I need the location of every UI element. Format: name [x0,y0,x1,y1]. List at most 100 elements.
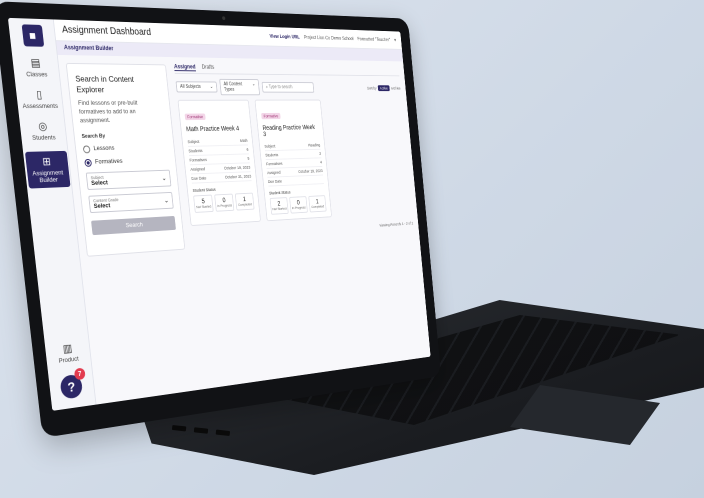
stat-completed: 1 Completed [234,192,255,211]
stat-caption: Not Started [272,206,287,212]
document-icon: ▯ [35,89,43,102]
stat-not-started: 2 Not Started [269,197,289,215]
radio-label: Lessons [93,144,115,153]
radio-checked-icon [84,158,93,167]
viewing-records-text: Viewing Records 1 - 2 of 2 [379,221,414,228]
laptop-lid: ■ ▤ Classes ▯ Assessments ◎ Students ⊞ A… [0,1,442,438]
sidebar-item-label: Assessments [22,103,59,111]
app-logo[interactable]: ■ [21,24,44,47]
view-login-url-link[interactable]: View Login URL [269,34,300,40]
page-title: Assignment Dashboard [61,24,152,38]
row-label: Subject [264,143,276,149]
assignments-panel: Assigned Drafts All Subjects ⌄ All Conte… [173,64,425,382]
sidebar-item-product[interactable]: ▥ Product [57,341,80,365]
row-value: Math [239,138,248,143]
help-button[interactable]: ? 7 [59,367,86,400]
main-area: Assignment Dashboard View Login URL Proj… [53,19,431,405]
sort-controls: Sort by Active Archive [366,84,401,91]
row-label: Students [188,148,203,154]
sidebar-item-students[interactable]: ◎ Students [30,120,56,142]
radio-lessons[interactable]: Lessons [82,143,168,153]
filter-bar: All Subjects ⌄ All Content Types ⌄ ⌕ Typ… [175,78,401,96]
content-area: Search in Content Explorer Find lessons … [57,54,431,405]
product-icon: ▥ [62,342,73,356]
chevron-down-icon: ⌄ [251,81,256,88]
sidebar-item-label: Classes [25,71,48,79]
chevron-down-icon: ⌄ [209,84,214,90]
row-value: October 19, 2023 [298,168,323,174]
stat-in-progress: 0 In Progress [214,193,235,212]
students-icon: ◎ [37,120,48,133]
student-status-stats: 5 Not Started 0 In Progress 1 Completed [193,192,255,213]
card-row: Due Date October 31, 2023 [190,172,252,184]
content-types-filter-value: All Content Types [223,81,243,93]
row-label: Formatives [189,157,208,163]
laptop-screen: ■ ▤ Classes ▯ Assessments ◎ Students ⊞ A… [7,17,431,411]
chevron-down-icon: ⌄ [163,197,170,204]
search-button[interactable]: Search [90,215,176,235]
subject-select[interactable]: Subject Select ⌄ [85,169,172,190]
sort-label: Sort by [366,85,377,90]
subjects-filter[interactable]: All Subjects ⌄ [175,81,218,93]
stat-not-started: 5 Not Started [193,194,214,213]
student-status-stats: 2 Not Started 0 In Progress 1 Completed [269,195,327,215]
row-value: October 31, 2023 [224,173,252,180]
card-row: Due Date [267,175,324,187]
tab-drafts[interactable]: Drafts [202,65,215,72]
user-role-menu[interactable]: Formatted "Teacher" [357,36,390,42]
content-grade-value: Select [93,202,111,210]
row-label: Assigned [190,166,206,172]
stat-caption: In Progress [216,203,233,209]
formative-tag: Formative [184,113,206,121]
sidebar-item-label: Students [31,134,56,142]
builder-icon: ⊞ [41,156,52,169]
chevron-down-icon: ⌄ [161,174,167,182]
row-value: 3 [318,151,322,156]
sort-archive-button[interactable]: Archive [391,86,401,90]
sort-active-button[interactable]: Active [377,84,390,91]
notification-badge: 7 [73,367,86,381]
search-panel-title: Search in Content Explorer [74,73,135,94]
stat-completed: 1 Completed [308,195,327,213]
row-value: 4 [319,159,322,165]
webcam [222,16,226,21]
sidebar-item-classes[interactable]: ▤ Classes [24,56,48,78]
stat-in-progress: 0 In Progress [289,196,308,214]
search-panel: Search in Content Explorer Find lessons … [65,62,186,257]
search-placeholder: Type to search [268,84,293,90]
subject-select-value: Select [90,179,109,187]
assignment-card[interactable]: Formative Math Practice Week 4 Subject M… [177,99,261,227]
row-value: 5 [247,156,250,161]
row-label: Assigned [266,170,281,176]
sidebar-item-assessments[interactable]: ▯ Assessments [21,88,59,111]
card-title[interactable]: Reading Practice Week 3 [262,125,319,138]
card-title[interactable]: Math Practice Week 4 [186,126,247,133]
chevron-down-icon[interactable]: ▾ [394,38,396,43]
content-types-filter[interactable]: All Content Types ⌄ [219,78,261,96]
top-right-menu: View Login URL Project Lion Co Demo Scho… [269,34,396,43]
sidebar-item-assignment-builder[interactable]: ⊞ Assignment Builder [24,150,71,189]
assignment-card[interactable]: Formative Reading Practice Week 3 Subjec… [254,99,333,222]
row-label: Students [265,152,279,158]
row-label: Subject [187,139,200,145]
content-grade-select[interactable]: Content Grade Select ⌄ [88,191,174,213]
radio-formatives[interactable]: Formatives [84,156,169,167]
stat-caption: Completed [237,202,253,207]
help-icon: ? [66,378,77,395]
search-by-label: Search By [81,133,106,140]
assignment-cards: Formative Math Practice Week 4 Subject M… [177,99,413,227]
row-value: October 19, 2023 [223,165,251,171]
stat-caption: Not Started [196,204,212,210]
stat-caption: In Progress [291,205,306,211]
sidebar-item-label: Product [58,355,80,365]
row-label: Formatives [266,161,283,167]
classes-icon: ▤ [30,57,42,70]
student-status-label: Student Status [192,187,216,193]
school-name[interactable]: Project Lion Co Demo School [304,35,354,42]
tab-assigned[interactable]: Assigned [173,64,196,72]
search-input[interactable]: ⌕ Type to search [261,81,315,93]
row-label: Due Date [191,175,207,181]
row-value: Reading [308,142,321,148]
radio-label: Formatives [94,158,123,166]
subjects-filter-value: All Subjects [179,84,202,90]
